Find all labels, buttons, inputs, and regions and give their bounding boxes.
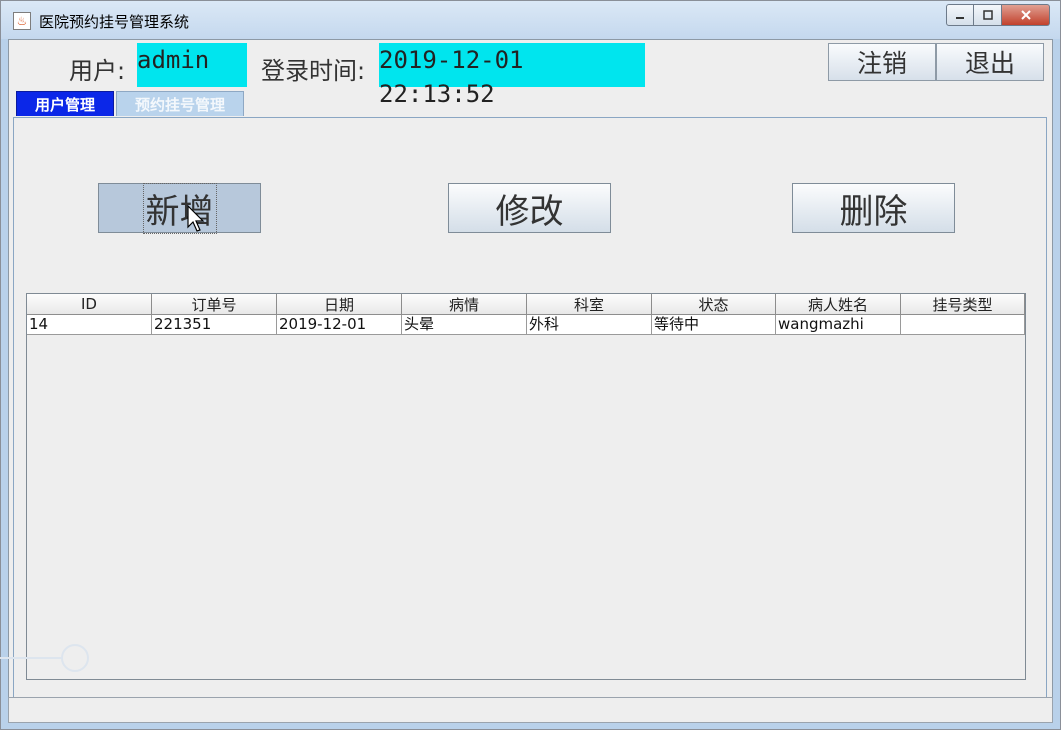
cell-id[interactable]: 14 (27, 315, 152, 335)
cell-status[interactable]: 等待中 (652, 315, 776, 335)
column-header-patient-name[interactable]: 病人姓名 (776, 294, 901, 315)
minimize-icon (956, 17, 964, 19)
minimize-button[interactable] (946, 4, 974, 26)
mouse-cursor-icon (187, 205, 205, 232)
tab-user-management[interactable]: 用户管理 (16, 91, 114, 116)
login-time-value: 2019-12-01 22:13:52 (379, 43, 645, 108)
status-bar (8, 697, 1053, 723)
table-header: ID 订单号 日期 病情 科室 状态 病人姓名 挂号类型 (27, 294, 1025, 315)
add-button[interactable]: 新增 (98, 182, 261, 234)
column-header-id[interactable]: ID (27, 294, 152, 315)
close-icon (1020, 10, 1031, 20)
logout-button[interactable]: 注销 (828, 43, 936, 81)
maximize-button[interactable] (974, 4, 1002, 26)
cell-patient-name[interactable]: wangmazhi (776, 315, 901, 335)
slider-decoration-icon (0, 644, 89, 672)
delete-button[interactable]: 删除 (792, 183, 955, 233)
cell-date[interactable]: 2019-12-01 (277, 315, 402, 335)
window-title: 医院预约挂号管理系统 (39, 13, 190, 31)
exit-button[interactable]: 退出 (936, 43, 1044, 81)
window-controls (946, 4, 1050, 26)
login-time-label: 登录时间: (261, 57, 366, 85)
user-value: admin (137, 43, 247, 87)
tab-appointment-management[interactable]: 预约挂号管理 (116, 91, 244, 116)
edit-button[interactable]: 修改 (448, 183, 611, 233)
cell-order-no[interactable]: 221351 (152, 315, 277, 335)
close-button[interactable] (1002, 4, 1050, 26)
java-cup-icon: ♨ (13, 12, 31, 30)
appointments-table[interactable]: ID 订单号 日期 病情 科室 状态 病人姓名 挂号类型 14 221351 2… (26, 293, 1026, 680)
main-panel: 用户: admin 登录时间: 2019-12-01 22:13:52 注销 退… (8, 39, 1053, 722)
column-header-date[interactable]: 日期 (277, 294, 402, 315)
table-row[interactable]: 14 221351 2019-12-01 头晕 外科 等待中 wangmazhi (27, 315, 1025, 335)
column-header-order-no[interactable]: 订单号 (152, 294, 277, 315)
cell-condition[interactable]: 头晕 (402, 315, 527, 335)
cell-registration-type[interactable] (901, 315, 1025, 335)
user-label: 用户: (69, 57, 126, 85)
column-header-department[interactable]: 科室 (527, 294, 652, 315)
cell-department[interactable]: 外科 (527, 315, 652, 335)
title-bar[interactable]: ♨ 医院预约挂号管理系统 (1, 1, 1060, 39)
maximize-icon (982, 10, 993, 20)
column-header-status[interactable]: 状态 (652, 294, 776, 315)
app-window: ♨ 医院预约挂号管理系统 用户: admin 登录时间: 2019-12-01 … (0, 0, 1061, 730)
column-header-registration-type[interactable]: 挂号类型 (901, 294, 1025, 315)
column-header-condition[interactable]: 病情 (402, 294, 527, 315)
tab-panel: 新增 修改 删除 ID 订单号 日期 病情 科室 状态 病人姓名 挂号类型 14… (13, 117, 1047, 708)
